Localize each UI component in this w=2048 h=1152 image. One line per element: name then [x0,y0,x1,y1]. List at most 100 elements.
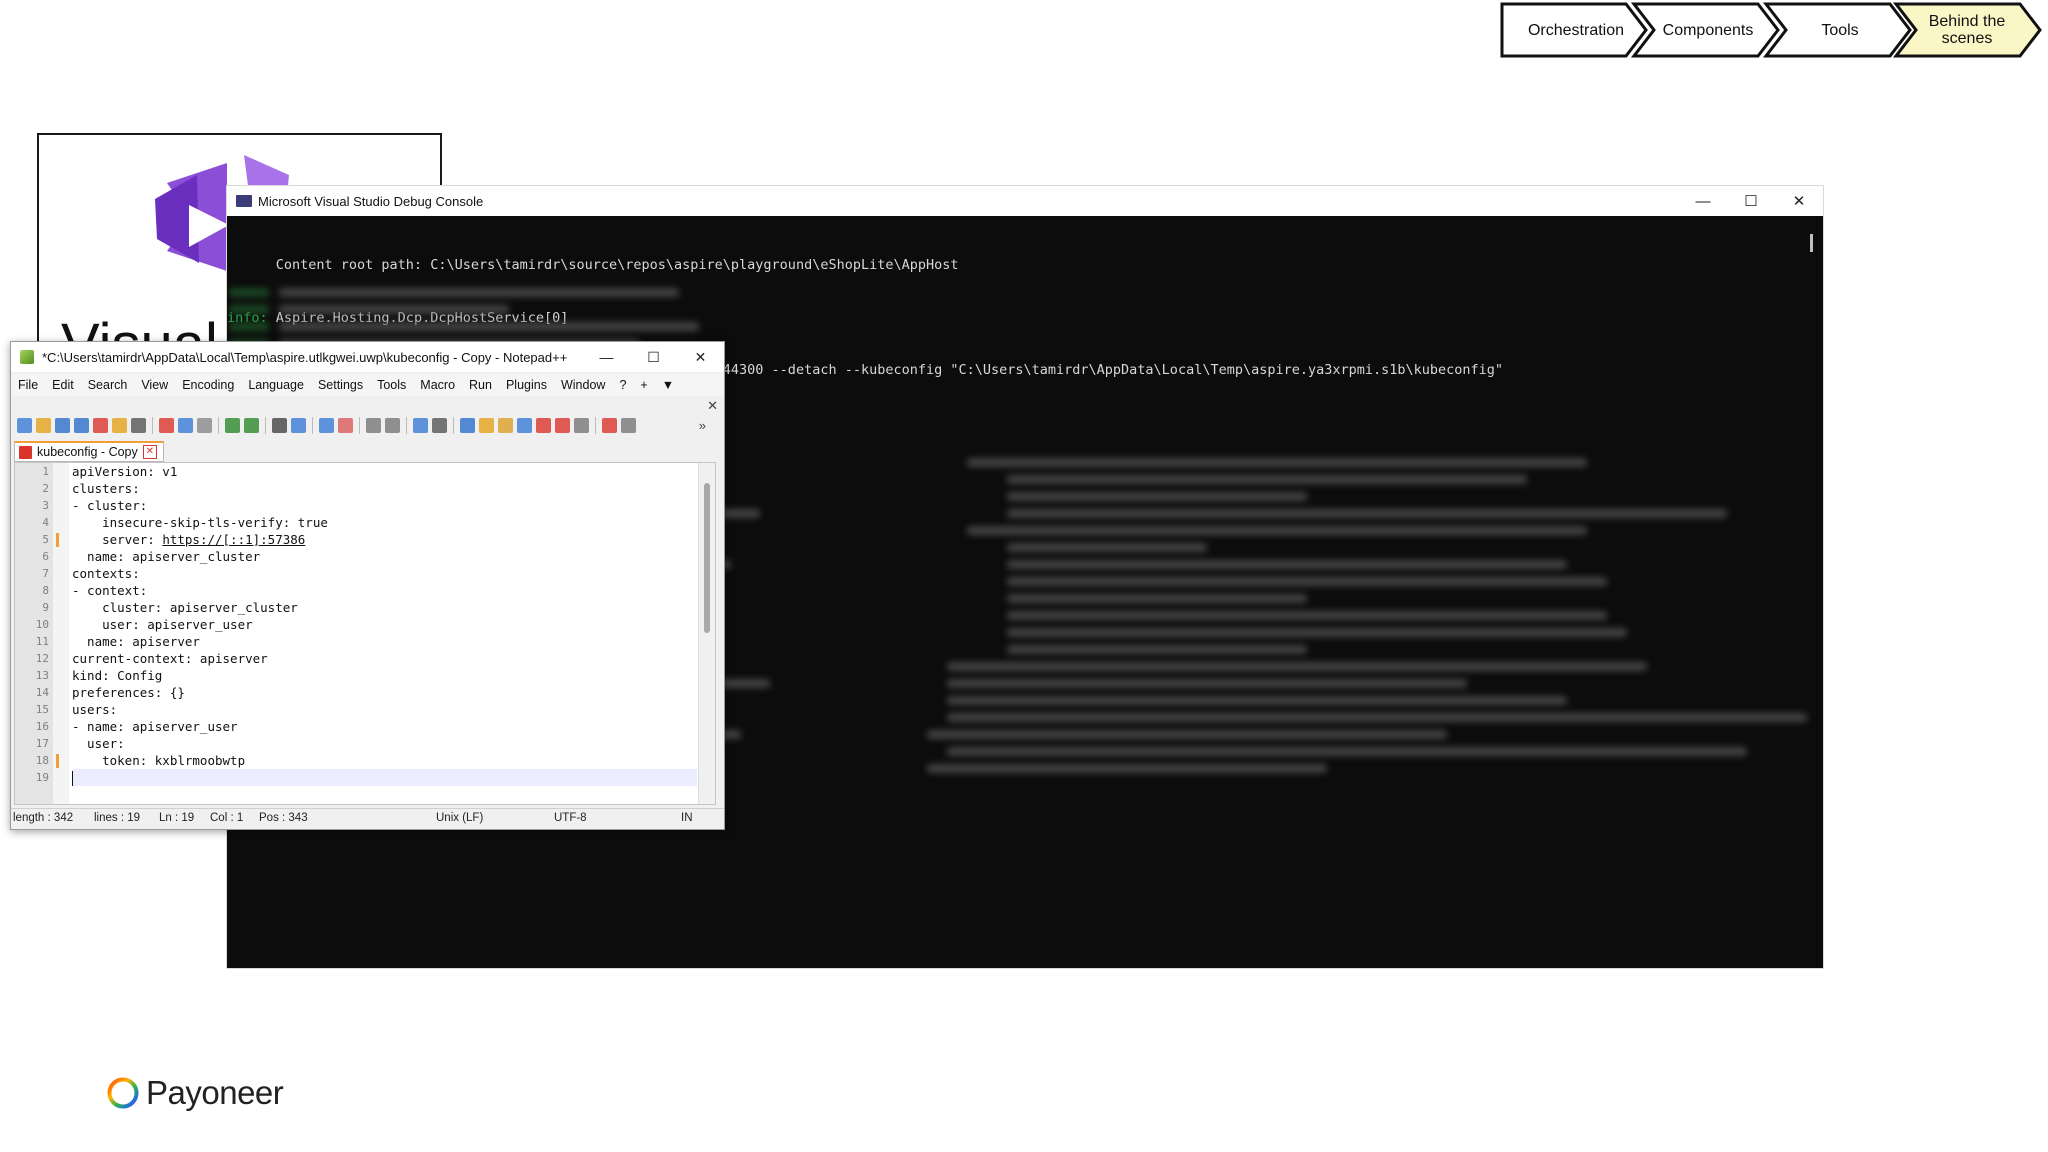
breadcrumb-item-components[interactable]: Components [1648,2,1768,58]
breadcrumb-item-orchestration[interactable]: Orchestration [1516,2,1636,58]
code-line[interactable]: 10 user: apiserver_user [36,616,697,633]
code-line[interactable]: 2 clusters: [42,480,697,497]
code-line[interactable]: 7 contexts: [42,565,697,582]
toolbar-separator [595,416,596,434]
code-line[interactable]: 11 name: apiserver [36,633,697,650]
paste-icon[interactable] [197,417,212,433]
menu-edit[interactable]: Edit [45,378,81,392]
code-line[interactable]: 3 - cluster: [42,497,697,514]
code-line[interactable]: 5 server: https://[::1]:57386 [42,531,697,548]
line-number: 3 [42,499,49,512]
breadcrumb-item-behind-the-scenes[interactable]: Behind the scenes [1922,2,2012,58]
menu-tools[interactable]: Tools [370,378,413,392]
stop-macro-icon[interactable] [574,417,589,433]
record-macro-icon[interactable] [555,417,570,433]
function-list-icon[interactable] [498,417,513,433]
menu-add[interactable]: + [633,378,654,392]
code-url-link[interactable]: https://[::1]:57386 [162,532,305,547]
code-line[interactable]: 4 insecure-skip-tls-verify: true [42,514,697,531]
code-line[interactable]: 13 kind: Config [36,667,697,684]
status-lines: lines : 19 [94,812,141,824]
menu-plugins[interactable]: Plugins [499,378,554,392]
cut-icon[interactable] [159,417,174,433]
menu-settings[interactable]: Settings [311,378,370,392]
notepad-titlebar[interactable]: *C:\Users\tamirdr\AppData\Local\Temp\asp… [11,342,724,372]
menu-language[interactable]: Language [241,378,311,392]
redo-icon[interactable] [244,417,259,433]
replace-icon[interactable] [291,417,306,433]
notepad-close-button[interactable]: ✕ [677,342,724,372]
logo-text: Payoneer [146,1074,284,1111]
menu-macro[interactable]: Macro [413,378,462,392]
sync-vertical-icon[interactable] [366,417,381,433]
zoom-out-icon[interactable] [338,417,353,433]
editor-vertical-scrollbar[interactable] [698,463,715,804]
blurred-log-line [279,322,699,331]
sync-horizontal-icon[interactable] [385,417,400,433]
toolbar-separator [265,416,266,434]
folder-workspace-icon[interactable] [517,417,532,433]
save-all-icon[interactable] [74,417,89,433]
notepad-minimize-button[interactable]: — [583,342,630,372]
breadcrumb-item-tools[interactable]: Tools [1780,2,1900,58]
maximize-button[interactable]: ☐ [1727,186,1775,216]
tab-kubeconfig-copy[interactable]: kubeconfig - Copy ✕ [14,441,164,462]
code-line[interactable]: 14 preferences: {} [36,684,697,701]
code-line[interactable]: 16 - name: apiserver_user [36,718,697,735]
code-editor[interactable]: 1 apiVersion: v1 2 clusters: 3- cluster: 4 in… [14,462,716,805]
notepad-maximize-button[interactable]: ☐ [630,342,677,372]
code-line[interactable]: 6 name: apiserver_cluster [42,548,697,565]
code-line[interactable]: 12 current-context: apiserver [36,650,697,667]
minimize-button[interactable]: — [1679,186,1727,216]
menu-help[interactable]: ? [612,378,633,392]
console-titlebar[interactable]: Microsoft Visual Studio Debug Console — … [227,186,1823,216]
code-line[interactable]: 19 [36,769,697,786]
show-all-chars-icon[interactable] [432,417,447,433]
menu-overflow[interactable]: ▼ [655,378,681,392]
playback-icon[interactable] [602,417,617,433]
menu-view[interactable]: View [134,378,175,392]
menu-encoding[interactable]: Encoding [175,378,241,392]
save-icon[interactable] [55,417,70,433]
find-icon[interactable] [272,417,287,433]
code-line[interactable]: 9 cluster: apiserver_cluster [42,599,697,616]
code-text: clusters: [72,481,140,496]
close-document-icon[interactable]: ✕ [707,398,718,414]
menu-file[interactable]: File [11,378,45,392]
new-file-icon[interactable] [17,417,32,433]
print-icon[interactable] [131,417,146,433]
zoom-in-icon[interactable] [319,417,334,433]
word-wrap-icon[interactable] [413,417,428,433]
toolbar-separator [359,416,360,434]
blurred-log-tag [229,305,269,314]
doc-map-icon[interactable] [479,417,494,433]
tab-close-icon[interactable]: ✕ [142,445,157,459]
blurred-log-line [967,458,1587,467]
status-eol[interactable]: Unix (LF) [436,812,483,824]
status-encoding[interactable]: UTF-8 [554,812,587,824]
save-macro-icon[interactable] [621,417,636,433]
code-line[interactable]: 1 apiVersion: v1 [42,463,697,480]
code-line[interactable]: 18 token: kxblrmoobwtp [36,752,697,769]
menu-search[interactable]: Search [81,378,135,392]
copy-icon[interactable] [178,417,193,433]
code-line[interactable]: 8 - context: [42,582,697,599]
code-line[interactable]: 17 user: [36,735,697,752]
code-text: cluster: apiserver_cluster [72,600,298,615]
code-text: insecure-skip-tls-verify: true [72,515,328,530]
indent-guide-icon[interactable] [460,417,475,433]
code-content[interactable]: 1 apiVersion: v1 2 clusters: 3- cluster: 4 in… [36,463,697,786]
console-scrollbar[interactable] [1810,234,1813,252]
close-file-icon[interactable] [93,417,108,433]
close-all-icon[interactable] [112,417,127,433]
close-button[interactable]: ✕ [1775,186,1823,216]
menu-run[interactable]: Run [462,378,499,392]
toolbar-overflow-icon[interactable]: » [699,418,706,433]
open-file-icon[interactable] [36,417,51,433]
code-line[interactable]: 15 users: [36,701,697,718]
scrollbar-thumb[interactable] [704,483,710,633]
undo-icon[interactable] [225,417,240,433]
monitoring-icon[interactable] [536,417,551,433]
menu-bar: File Edit Search View Encoding Language … [11,374,724,396]
menu-window[interactable]: Window [554,378,612,392]
